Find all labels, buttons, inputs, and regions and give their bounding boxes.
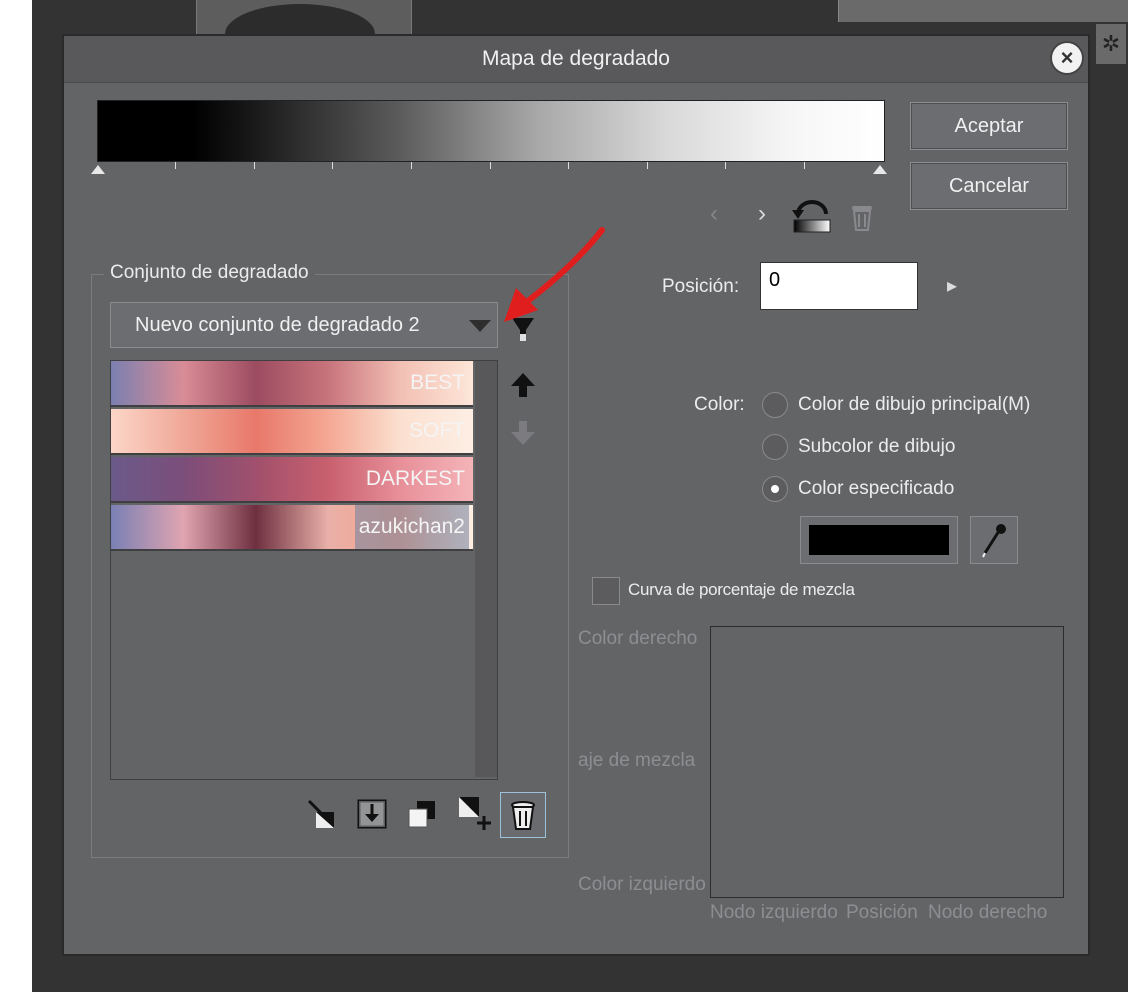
gradient-map-dialog: Mapa de degradado × Aceptar Cancelar ‹ › xyxy=(62,34,1090,956)
delete-node-icon[interactable] xyxy=(848,200,876,232)
gradient-name: BEST xyxy=(410,371,465,394)
background-toolbar xyxy=(838,0,1128,22)
background-panel xyxy=(196,0,412,64)
position-input[interactable]: 0 xyxy=(760,262,918,310)
eyedropper-icon xyxy=(982,524,1006,558)
delete-gradient-button[interactable] xyxy=(500,792,546,838)
trash-icon xyxy=(511,801,535,830)
sub-color-option[interactable]: Subcolor de dibujo xyxy=(798,436,955,458)
color-swatch-fill xyxy=(809,525,949,555)
blend-curve-label: Curva de porcentaje de mezcla xyxy=(628,580,855,599)
axis-label-position: Posición xyxy=(846,902,918,923)
add-gradient-icon[interactable] xyxy=(456,794,492,832)
gradient-name: DARKEST xyxy=(365,467,465,490)
dialog-title: Mapa de degradado xyxy=(64,36,1088,83)
import-gradient-icon[interactable] xyxy=(306,798,338,830)
eyedropper-button[interactable] xyxy=(970,516,1018,564)
position-stepper-icon[interactable]: ▸ xyxy=(940,272,964,300)
list-scrollbar[interactable] xyxy=(475,361,497,777)
axis-label-left-node: Nodo izquierdo xyxy=(710,902,838,923)
gradient-ticks xyxy=(97,162,883,170)
settings-gear-icon[interactable]: ✲ xyxy=(1096,24,1126,64)
radio-specified-color[interactable] xyxy=(762,476,788,502)
radio-sub-color[interactable] xyxy=(762,434,788,460)
gradient-preview-bar[interactable] xyxy=(97,100,885,162)
list-item[interactable]: azukichan2 xyxy=(111,505,473,551)
axis-label-blend: aje de mezcla xyxy=(578,750,696,771)
axis-label-right-color: Color derecho xyxy=(578,628,698,649)
move-down-icon[interactable] xyxy=(508,418,538,448)
blend-curve-checkbox[interactable] xyxy=(592,577,620,605)
blend-curve-graph[interactable] xyxy=(710,626,1064,898)
reverse-gradient-icon[interactable] xyxy=(790,194,834,234)
specified-color-swatch[interactable] xyxy=(800,516,958,564)
list-item[interactable]: SOFT xyxy=(111,409,473,455)
list-item[interactable]: BEST xyxy=(111,361,473,407)
main-color-option[interactable]: Color de dibujo principal(M) xyxy=(798,394,1030,416)
axis-label-right-node: Nodo derecho xyxy=(928,902,1048,923)
gradient-name: SOFT xyxy=(409,419,465,442)
right-color-stop[interactable] xyxy=(873,165,887,174)
duplicate-gradient-icon[interactable] xyxy=(406,798,438,830)
position-label: Posición: xyxy=(662,276,740,297)
export-gradient-icon[interactable] xyxy=(356,798,388,830)
previous-node-icon[interactable]: ‹ xyxy=(700,200,728,228)
radio-main-color[interactable] xyxy=(762,392,788,418)
next-node-icon[interactable]: › xyxy=(748,200,776,228)
accept-button[interactable]: Aceptar xyxy=(910,102,1068,150)
list-item[interactable]: DARKEST xyxy=(111,457,473,503)
specified-color-option[interactable]: Color especificado xyxy=(798,478,954,500)
move-up-icon[interactable] xyxy=(508,370,538,400)
dropdown-value: Nuevo conjunto de degradado 2 xyxy=(135,314,420,336)
gradient-set-title: Conjunto de degradado xyxy=(104,262,315,284)
chevron-down-icon xyxy=(469,320,491,332)
left-edge xyxy=(0,0,32,992)
cancel-button[interactable]: Cancelar xyxy=(910,162,1068,210)
close-icon[interactable]: × xyxy=(1052,43,1082,73)
gradient-set-dropdown[interactable]: Nuevo conjunto de degradado 2 xyxy=(110,302,498,348)
color-label: Color: xyxy=(694,394,745,415)
red-annotation-arrow-icon xyxy=(504,227,605,322)
axis-label-left-color: Color izquierdo xyxy=(578,874,706,895)
gradient-name: azukichan2 xyxy=(354,505,469,549)
left-color-stop[interactable] xyxy=(91,165,105,174)
gradient-list: BEST SOFT DARKEST azukichan2 xyxy=(110,360,498,780)
